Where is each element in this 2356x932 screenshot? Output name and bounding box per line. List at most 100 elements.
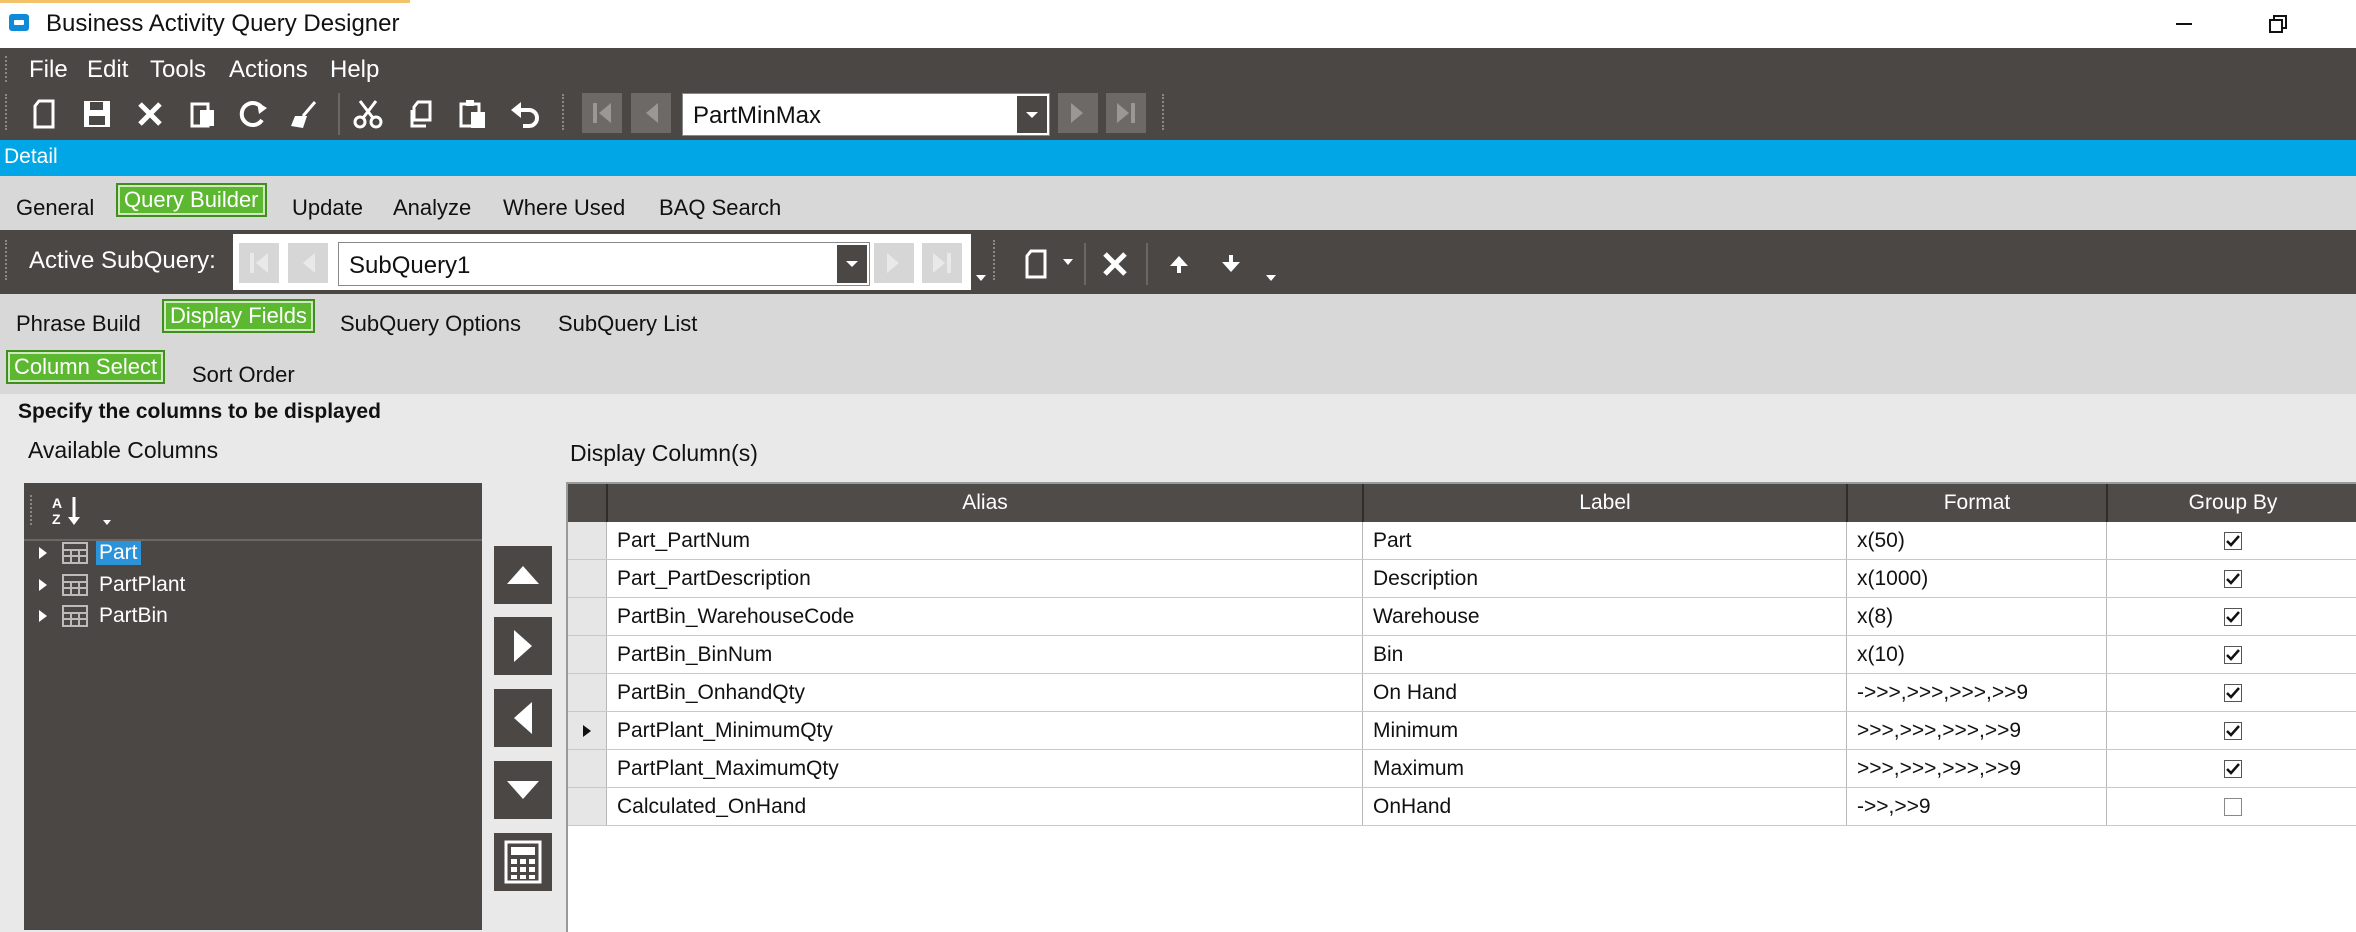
tab-phrase-build[interactable]: Phrase Build — [16, 311, 141, 337]
delete-button[interactable] — [131, 95, 169, 133]
group-by-checkbox[interactable] — [2223, 531, 2242, 550]
group-by-checkbox[interactable] — [2223, 607, 2242, 626]
tree-node-partbin[interactable]: PartBin — [34, 601, 171, 631]
cell-alias[interactable]: PartBin_WarehouseCode — [606, 598, 1362, 635]
menu-help[interactable]: Help — [330, 56, 379, 84]
table-row[interactable]: Part_PartDescription Description x(1000) — [568, 560, 2356, 598]
expand-arrow-icon[interactable] — [34, 607, 52, 625]
calculated-field-button[interactable] — [494, 833, 552, 891]
group-by-checkbox[interactable] — [2223, 683, 2242, 702]
tab-subquery-options[interactable]: SubQuery Options — [340, 311, 521, 337]
available-columns-tree[interactable]: A Z Part PartPlant PartBin — [24, 483, 482, 930]
subquery-dropdown[interactable] — [837, 245, 867, 283]
cell-alias[interactable]: PartPlant_MinimumQty — [606, 712, 1362, 749]
last-record-button[interactable] — [1106, 93, 1146, 133]
cell-label[interactable]: On Hand — [1362, 674, 1846, 711]
next-record-button[interactable] — [1058, 93, 1098, 133]
cell-label[interactable]: Bin — [1362, 636, 1846, 673]
first-record-button[interactable] — [582, 93, 622, 133]
subquery-prev-button[interactable] — [288, 243, 328, 283]
new-subquery-button[interactable] — [1018, 245, 1056, 283]
table-row[interactable]: PartBin_BinNum Bin x(10) — [568, 636, 2356, 674]
cell-format[interactable]: x(1000) — [1846, 560, 2106, 597]
undo-button[interactable] — [506, 95, 544, 133]
cell-format[interactable]: x(10) — [1846, 636, 2106, 673]
subquery-overflow-button[interactable] — [975, 274, 987, 282]
menu-tools[interactable]: Tools — [150, 56, 206, 84]
row-selector[interactable] — [568, 750, 607, 787]
subquery-last-button[interactable] — [922, 243, 962, 283]
group-by-checkbox[interactable] — [2223, 759, 2242, 778]
cell-format[interactable]: >>>,>>>,>>>,>>9 — [1846, 750, 2106, 787]
row-selector[interactable] — [568, 712, 607, 749]
group-by-checkbox[interactable] — [2223, 569, 2242, 588]
column-header-alias[interactable]: Alias — [606, 484, 1362, 522]
copy-button[interactable] — [403, 95, 441, 133]
group-by-checkbox[interactable] — [2223, 721, 2242, 740]
row-selector[interactable] — [568, 636, 607, 673]
new-button[interactable] — [26, 95, 64, 133]
clear-button[interactable] — [286, 95, 324, 133]
row-selector[interactable] — [568, 598, 607, 635]
cell-format[interactable]: x(50) — [1846, 522, 2106, 559]
tab-update[interactable]: Update — [292, 195, 363, 221]
cell-format[interactable]: x(8) — [1846, 598, 2106, 635]
move-subquery-up-button[interactable] — [1160, 245, 1198, 283]
move-up-button[interactable] — [494, 546, 552, 604]
subquery-toolbar-overflow[interactable] — [1265, 274, 1277, 282]
cell-format[interactable]: ->>>,>>>,>>>,>>9 — [1846, 674, 2106, 711]
tab-general[interactable]: General — [16, 195, 94, 221]
tree-node-part[interactable]: Part — [34, 538, 141, 568]
sort-dropdown[interactable] — [102, 519, 112, 526]
menu-edit[interactable]: Edit — [87, 56, 128, 84]
table-row[interactable]: Calculated_OnHand OnHand ->>,>>9 — [568, 788, 2356, 826]
expand-arrow-icon[interactable] — [34, 576, 52, 594]
save-button[interactable] — [78, 95, 116, 133]
table-row[interactable]: PartBin_OnhandQty On Hand ->>>,>>>,>>>,>>9 — [568, 674, 2356, 712]
row-selector[interactable] — [568, 674, 607, 711]
cell-alias[interactable]: Part_PartDescription — [606, 560, 1362, 597]
refresh-button[interactable] — [234, 95, 272, 133]
cell-label[interactable]: Minimum — [1362, 712, 1846, 749]
sort-button[interactable]: A Z — [50, 493, 84, 527]
subquery-combo[interactable]: SubQuery1 — [338, 242, 870, 286]
query-id-dropdown[interactable] — [1017, 96, 1047, 133]
new-subquery-dropdown[interactable] — [1062, 258, 1074, 266]
tab-where-used[interactable]: Where Used — [503, 195, 625, 221]
cell-label[interactable]: OnHand — [1362, 788, 1846, 825]
table-row[interactable]: PartPlant_MinimumQty Minimum >>>,>>>,>>>,>… — [568, 712, 2356, 750]
prev-record-button[interactable] — [631, 93, 671, 133]
paste-button[interactable] — [454, 95, 492, 133]
tab-display-fields[interactable]: Display Fields — [162, 299, 315, 333]
query-id-combo[interactable]: PartMinMax — [682, 93, 1050, 136]
tab-analyze[interactable]: Analyze — [393, 195, 471, 221]
expand-arrow-icon[interactable] — [34, 544, 52, 562]
cell-alias[interactable]: PartPlant_MaximumQty — [606, 750, 1362, 787]
cell-alias[interactable]: PartBin_OnhandQty — [606, 674, 1362, 711]
column-header-label[interactable]: Label — [1362, 484, 1846, 522]
cut-button[interactable] — [349, 95, 387, 133]
menu-file[interactable]: File — [29, 56, 68, 84]
cell-alias[interactable]: Part_PartNum — [606, 522, 1362, 559]
cell-label[interactable]: Part — [1362, 522, 1846, 559]
tab-baq-search[interactable]: BAQ Search — [659, 195, 781, 221]
tab-column-select[interactable]: Column Select — [6, 350, 166, 384]
tree-node-partplant[interactable]: PartPlant — [34, 570, 188, 600]
cell-label[interactable]: Warehouse — [1362, 598, 1846, 635]
row-selector[interactable] — [568, 560, 607, 597]
restore-button[interactable] — [2244, 0, 2312, 48]
cell-label[interactable]: Description — [1362, 560, 1846, 597]
move-down-button[interactable] — [494, 761, 552, 819]
menu-actions[interactable]: Actions — [229, 56, 308, 84]
cell-format[interactable]: >>>,>>>,>>>,>>9 — [1846, 712, 2106, 749]
column-header-format[interactable]: Format — [1846, 484, 2106, 522]
cell-alias[interactable]: Calculated_OnHand — [606, 788, 1362, 825]
table-row[interactable]: PartPlant_MaximumQty Maximum >>>,>>>,>>>,>… — [568, 750, 2356, 788]
add-column-button[interactable] — [494, 617, 552, 675]
tab-subquery-list[interactable]: SubQuery List — [558, 311, 697, 337]
row-selector[interactable] — [568, 788, 607, 825]
tab-sort-order[interactable]: Sort Order — [192, 362, 295, 388]
cell-format[interactable]: ->>,>>9 — [1846, 788, 2106, 825]
column-header-group-by[interactable]: Group By — [2106, 484, 2356, 522]
delete-subquery-button[interactable] — [1096, 245, 1134, 283]
